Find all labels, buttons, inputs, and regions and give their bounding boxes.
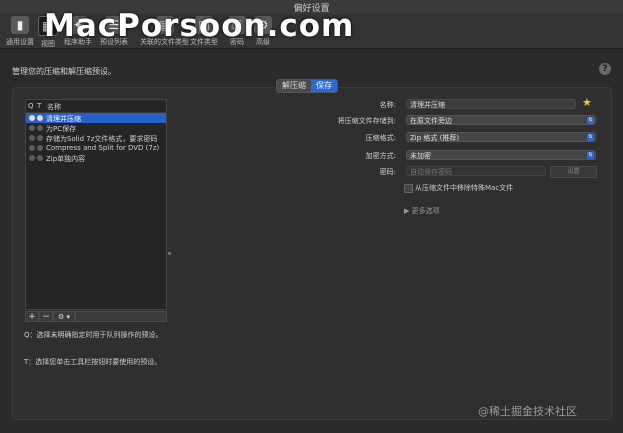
password-field[interactable]: 自动保存密码	[406, 166, 546, 176]
tab-save[interactable]: 保存	[311, 80, 337, 92]
encrypt-value: 未加密	[410, 152, 431, 160]
set-password-button[interactable]: 设置	[550, 166, 597, 178]
preset-row[interactable]: Compress and Split for DVD (7z)	[26, 143, 166, 153]
toolbar-general[interactable]: ▮ 通用设置	[6, 16, 34, 47]
switch-icon: ▮	[11, 16, 29, 34]
queue-radio[interactable]	[29, 115, 35, 121]
toolbar-radio[interactable]	[37, 115, 43, 121]
preset-row[interactable]: Zip单独内容	[26, 153, 166, 163]
format-value: Zip 格式 (推荐)	[410, 134, 460, 142]
format-select[interactable]: Zip 格式 (推荐) ⇅	[406, 132, 596, 142]
toolbar-general-label: 通用设置	[6, 38, 34, 46]
segmented-control: 解压缩 保存	[276, 79, 338, 93]
select-arrow-icon: ⇅	[587, 117, 594, 124]
preset-row[interactable]: 存储为Solid 7z文件格式，要求密码	[26, 133, 166, 143]
add-preset-button[interactable]: +	[25, 311, 39, 322]
toolbar-radio[interactable]	[37, 155, 43, 161]
save-to-value: 在原文件旁边	[410, 117, 452, 125]
password-label: 密码:	[379, 168, 396, 176]
remove-preset-button[interactable]: −	[39, 311, 53, 322]
queue-radio[interactable]	[29, 145, 35, 151]
preset-name: Compress and Split for DVD (7z)	[46, 144, 160, 152]
help-button[interactable]: ?	[599, 63, 611, 75]
name-field[interactable]: 清理并压缩	[406, 99, 576, 109]
watermark-bottom: @稀土掘金技术社区	[478, 405, 577, 418]
remove-mac-files-label: 从压缩文件中移除特殊Mac文件	[415, 184, 514, 192]
queue-radio[interactable]	[29, 155, 35, 161]
note-toolbar: T：选择您单击工具栏按钮时要使用的预设。	[24, 358, 162, 366]
select-arrow-icon: ⇅	[587, 152, 594, 159]
preset-buttons-spacer	[75, 311, 167, 322]
toolbar-radio[interactable]	[37, 145, 43, 151]
star-icon[interactable]: ★	[582, 96, 592, 109]
preset-row[interactable]: 为PC保存	[26, 123, 166, 133]
more-options-disclosure[interactable]: ▶ 更多选项	[404, 206, 440, 216]
column-t[interactable]: T	[37, 102, 41, 110]
toolbar-radio[interactable]	[37, 125, 43, 131]
preset-action-button[interactable]: ⚙ ▾	[53, 311, 75, 322]
remove-mac-files-checkbox[interactable]	[404, 184, 413, 193]
tab-extract[interactable]: 解压缩	[277, 80, 311, 92]
column-q[interactable]: Q	[28, 102, 34, 110]
select-arrow-icon: ⇅	[587, 134, 594, 141]
note-queue: Q：选择未明确指定时用于队列操作的预设。	[24, 331, 163, 339]
split-handle[interactable]	[168, 252, 171, 255]
preset-list-header: Q T 名称	[26, 100, 166, 113]
toolbar-radio[interactable]	[37, 135, 43, 141]
save-to-select[interactable]: 在原文件旁边 ⇅	[406, 115, 596, 125]
name-label: 名称:	[379, 101, 396, 109]
preset-list-buttons: + − ⚙ ▾	[25, 311, 167, 322]
header-description: 管理您的压缩和解压缩预设。	[12, 67, 116, 76]
watermark-top: MacPorsoon.com	[44, 8, 355, 44]
preset-name: Zip单独内容	[46, 155, 86, 163]
queue-radio[interactable]	[29, 125, 35, 131]
column-name[interactable]: 名称	[47, 102, 61, 112]
encrypt-label: 加密方式:	[365, 152, 396, 160]
format-label: 压缩格式:	[365, 134, 396, 142]
save-to-label: 将压缩文件存储到:	[337, 117, 396, 125]
queue-radio[interactable]	[29, 135, 35, 141]
preset-list[interactable]: Q T 名称 清理并压缩 为PC保存 存储为Solid 7z文件格式，要求密码 …	[25, 99, 167, 310]
preset-row[interactable]: 清理并压缩	[26, 113, 166, 123]
encrypt-select[interactable]: 未加密 ⇅	[406, 150, 596, 160]
